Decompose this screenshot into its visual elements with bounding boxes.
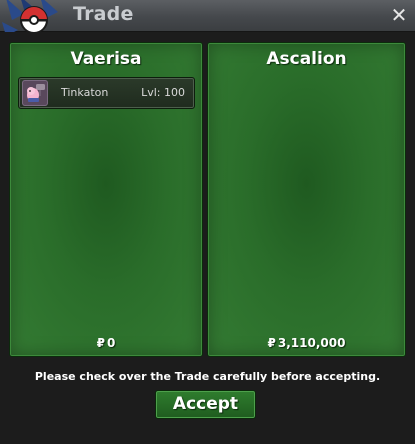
trade-item-slot[interactable]: Tinkaton Lvl: 100 (18, 77, 195, 109)
tinkaton-icon (22, 80, 48, 106)
pokeball-logo-icon (2, 0, 58, 36)
right-money-amount: 3,110,000 (277, 336, 346, 350)
left-money: ₽0 (10, 336, 202, 350)
currency-symbol: ₽ (96, 336, 105, 350)
trade-panel-right: Ascalion ₽3,110,000 (207, 42, 406, 357)
trade-content: Vaerisa Tinkaton Lvl: 100 ₽0 Ascalion ₽ … (0, 32, 415, 444)
close-icon[interactable]: ✕ (390, 5, 408, 25)
window-title: Trade (73, 3, 134, 25)
left-trader-name: Vaerisa (70, 49, 142, 69)
right-money: ₽3,110,000 (208, 336, 405, 350)
accept-button[interactable]: Accept (155, 390, 256, 419)
item-name: Tinkaton (61, 86, 109, 99)
trade-notice: Please check over the Trade carefully be… (34, 370, 381, 383)
item-level: Lvl: 100 (141, 86, 185, 99)
trade-window: Trade ✕ Vaerisa Tinkaton Lvl: 100 ₽ 0 As… (0, 0, 415, 444)
trade-panel-left: Vaerisa Tinkaton Lvl: 100 ₽0 (9, 42, 203, 357)
left-money-amount: 0 (107, 336, 116, 350)
right-trader-name: Ascalion (266, 49, 347, 69)
title-bar[interactable]: Trade ✕ (0, 0, 415, 36)
currency-symbol: ₽ (267, 336, 276, 350)
